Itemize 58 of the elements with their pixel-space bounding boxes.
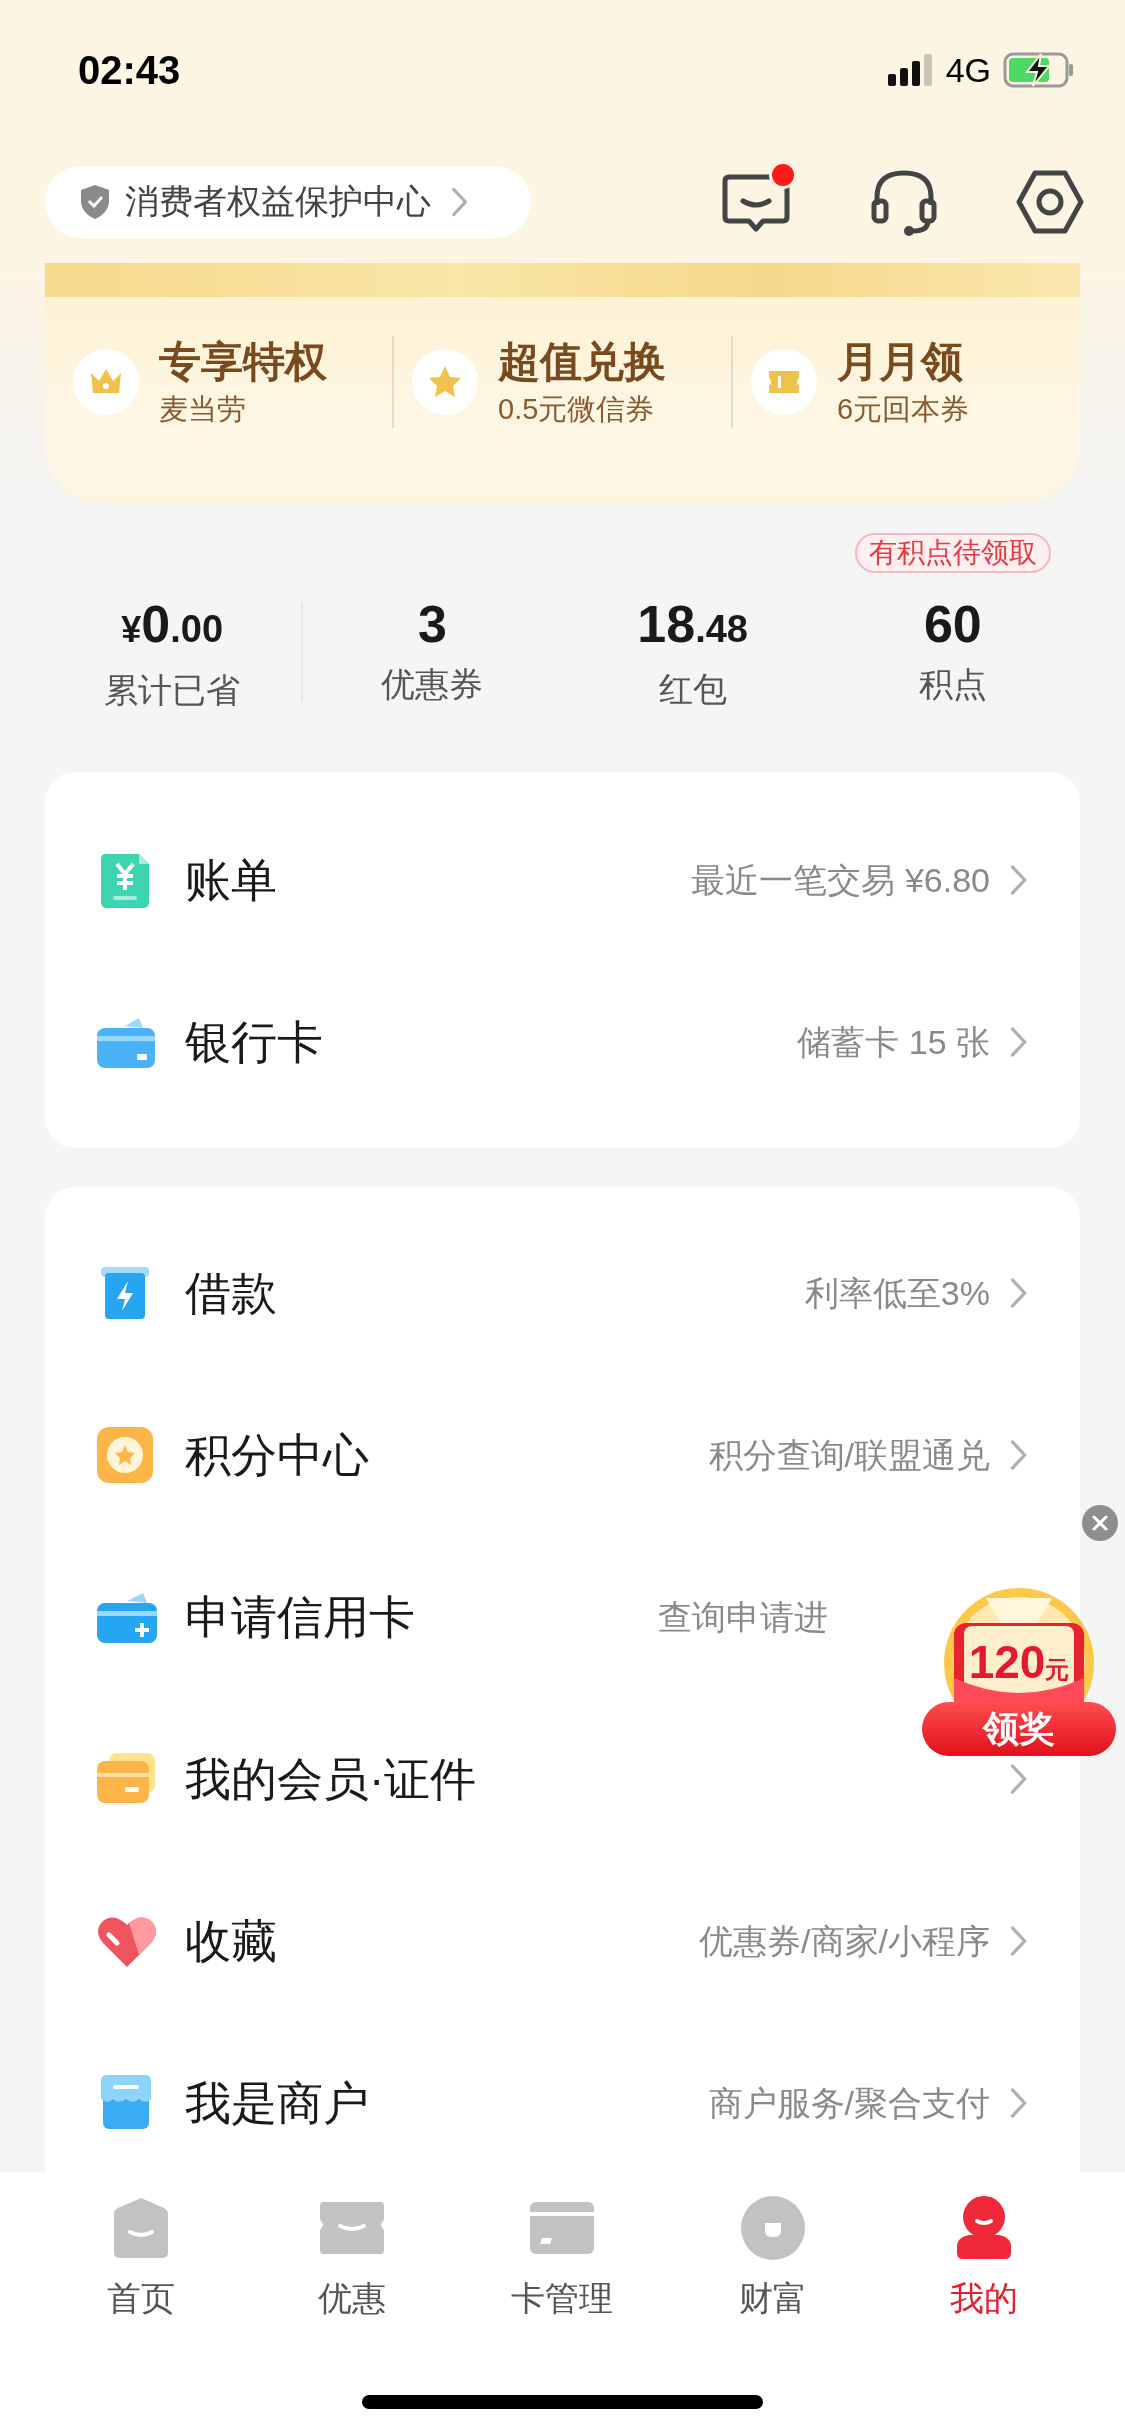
chevron-icon[interactable] (1010, 1439, 1028, 1471)
perk-subtitle: 麦当劳 (159, 392, 247, 427)
stat-value: 60 (923, 594, 982, 655)
menu-title[interactable]: 账单 (185, 845, 277, 915)
chevron-icon (451, 186, 469, 217)
perk-title[interactable]: 专享特权 (159, 335, 327, 389)
stat-label[interactable]: 积点 (918, 659, 987, 709)
tab[interactable]: 首页 (36, 2194, 247, 2322)
chevron-icon[interactable] (1010, 1277, 1028, 1309)
network-label: 4G (945, 49, 991, 91)
tab[interactable]: 优惠 (246, 2194, 458, 2322)
coin-icon (740, 2195, 807, 2261)
menu-detail: 积分查询/联盟通兑 (708, 1434, 990, 1476)
perk-title[interactable]: 超值兑换 (498, 335, 666, 389)
menu-detail: 查询申请进 (658, 1596, 828, 1638)
points-pending-badge: 有积点待领取 (854, 533, 1051, 573)
close-icon[interactable] (1082, 1505, 1118, 1541)
signal-icon (887, 54, 934, 86)
menu-title[interactable]: 积分中心 (185, 1420, 369, 1490)
chevron-icon[interactable] (1010, 2087, 1028, 2119)
perk-subtitle: 6元回本券 (837, 392, 970, 427)
chevron-icon[interactable] (1010, 1925, 1028, 1957)
menu-title[interactable]: 我的会员·证件 (185, 1744, 477, 1814)
menu-detail: 最近一笔交易 ¥6.80 (691, 859, 990, 901)
crown-icon (73, 349, 139, 415)
card-icon (528, 2200, 597, 2256)
chevron-icon[interactable] (1010, 1026, 1028, 1058)
stat-value: 18.48 (637, 594, 748, 655)
stat-label[interactable]: 优惠券 (381, 659, 484, 709)
menu-title[interactable]: 银行卡 (185, 1007, 323, 1077)
menu-title[interactable]: 申请信用卡 (185, 1582, 415, 1652)
chevron-icon[interactable] (1010, 864, 1028, 896)
chevron-icon[interactable] (1010, 1763, 1028, 1795)
menu-title[interactable]: 我是商户 (185, 2068, 369, 2138)
stat-label[interactable]: 累计已省 (104, 665, 241, 715)
menu-detail: 商户服务/聚合支付 (708, 2082, 990, 2124)
prize-amount: 120元 (967, 1636, 1071, 1690)
menu-detail: 储蓄卡 15 张 (797, 1021, 990, 1063)
coupon-icon (317, 2200, 386, 2256)
battery-charging-icon (1003, 52, 1075, 88)
claim-button[interactable]: 领奖 (922, 1702, 1116, 1756)
menu-detail: 优惠券/商家/小程序 (699, 1920, 990, 1962)
perk-subtitle: 0.5元微信券 (498, 392, 656, 427)
status-time: 02:43 (78, 47, 181, 94)
stat-value: ¥0.00 (121, 594, 223, 655)
menu-detail: 利率低至3% (804, 1272, 990, 1314)
consumer-protection-link[interactable]: 消费者权益保护中心 (45, 165, 531, 238)
stat-value: 3 (417, 594, 447, 655)
stat-label[interactable]: 红包 (658, 664, 727, 714)
tab[interactable]: 财富 (667, 2194, 879, 2322)
ticket-icon (751, 349, 817, 415)
tab[interactable]: 我的 (878, 2194, 1089, 2322)
menu-title[interactable]: 收藏 (185, 1906, 277, 1976)
tab[interactable]: 卡管理 (457, 2194, 668, 2322)
perk-title[interactable]: 月月领 (837, 335, 970, 389)
star-badge-icon (95, 1425, 155, 1485)
menu-title[interactable]: 借款 (185, 1258, 277, 1328)
shield-icon (79, 183, 111, 220)
